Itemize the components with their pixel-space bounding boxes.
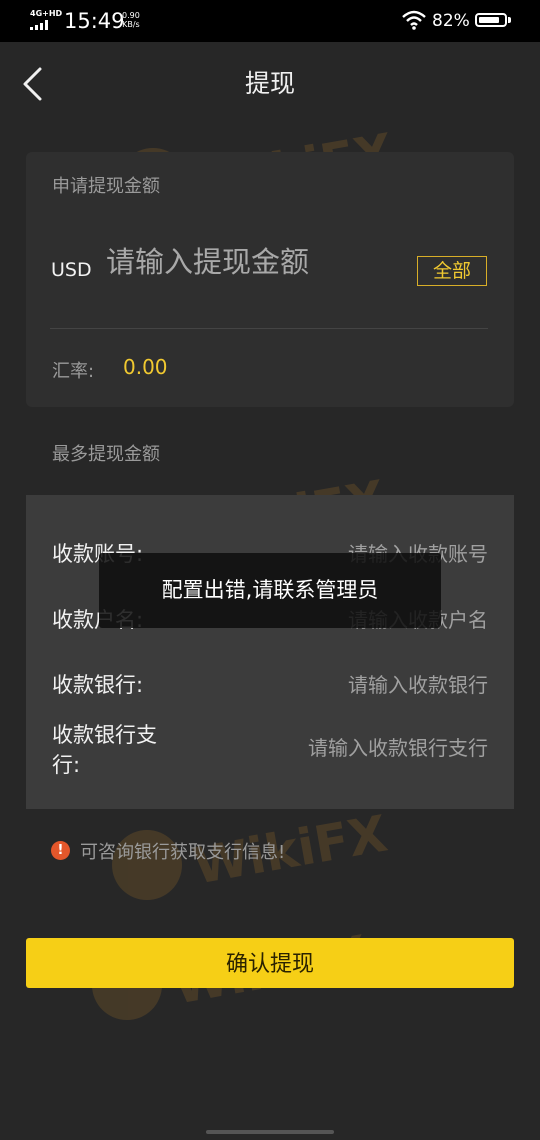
error-toast: 配置出错,请联系管理员 xyxy=(99,553,441,628)
bank-info-form: 收款账号: 收款户名: 收款银行: 收款银行支行: xyxy=(26,495,514,809)
signal-icon xyxy=(30,20,54,30)
bank-name-label: 收款银行: xyxy=(52,673,144,697)
warning-icon: ! xyxy=(51,841,70,860)
max-withdraw-label: 最多提现金额 xyxy=(52,444,160,465)
bank-branch-row: 收款银行支行: xyxy=(26,720,514,780)
network-speed-value: 0.90 xyxy=(122,11,140,20)
exchange-rate-value: 0.00 xyxy=(123,355,168,379)
toast-message: 配置出错,请联系管理员 xyxy=(161,578,379,602)
status-bar: 4G+HD 15:49 0.90 KB/s 82% xyxy=(0,0,540,42)
page-title: 提现 xyxy=(244,69,295,98)
bank-name-row: 收款银行: xyxy=(26,670,514,720)
bank-branch-input[interactable] xyxy=(228,733,488,763)
network-speed: 0.90 KB/s xyxy=(122,11,140,29)
bank-name-input[interactable] xyxy=(258,670,488,700)
withdraw-amount-card: 申请提现金额 USD 全部 汇率: 0.00 xyxy=(26,152,514,407)
battery-level xyxy=(479,17,499,23)
currency-label: USD xyxy=(51,259,92,281)
branch-info-tip: 可咨询银行获取支行信息! xyxy=(80,842,286,863)
status-time: 15:49 xyxy=(64,9,125,33)
amount-input[interactable] xyxy=(106,240,396,284)
withdraw-all-button[interactable]: 全部 xyxy=(417,256,487,286)
exchange-rate-label: 汇率: xyxy=(52,361,95,382)
bank-branch-label: 收款银行支行: xyxy=(52,723,157,777)
battery-percent: 82% xyxy=(432,11,470,31)
network-speed-unit: KB/s xyxy=(122,20,140,29)
wifi-icon xyxy=(402,10,426,30)
network-type: 4G+HD xyxy=(30,9,63,18)
amount-label: 申请提现金额 xyxy=(52,176,160,197)
battery-tip xyxy=(508,17,511,23)
confirm-withdraw-button[interactable]: 确认提现 xyxy=(26,938,514,988)
divider xyxy=(50,328,488,329)
battery-icon xyxy=(475,13,507,27)
home-indicator xyxy=(206,1130,334,1134)
